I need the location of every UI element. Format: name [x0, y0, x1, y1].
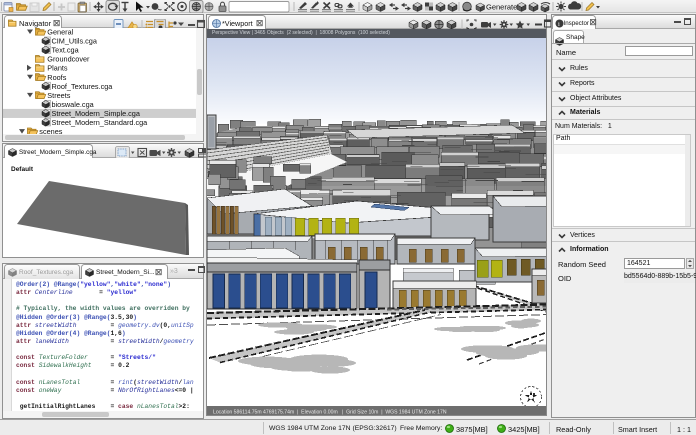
svg-text:Street_Modern_Standard.cga: Street_Modern_Standard.cga [52, 118, 149, 127]
svg-text:Groundcover: Groundcover [47, 55, 90, 64]
svg-text:Location 586114.75m 4769175.74: Location 586114.75m 4769175.74m | Elevat… [213, 410, 447, 416]
svg-text:General: General [47, 28, 73, 37]
svg-text:Text.cga: Text.cga [52, 46, 80, 55]
svg-text:Streets: Streets [47, 91, 70, 100]
svg-text:bioswale.cga: bioswale.cga [52, 100, 95, 109]
svg-text:Plants: Plants [47, 64, 68, 73]
svg-text:Roof_Textures.cga: Roof_Textures.cga [52, 82, 114, 91]
svg-text:i: i [558, 21, 560, 28]
svg-text:Generate: Generate [486, 3, 517, 12]
svg-text:Street_Modern_Simple.cga: Street_Modern_Simple.cga [52, 109, 141, 118]
svg-text:Roofs: Roofs [47, 73, 66, 82]
svg-text:CIM_Utils.cga: CIM_Utils.cga [52, 37, 98, 46]
